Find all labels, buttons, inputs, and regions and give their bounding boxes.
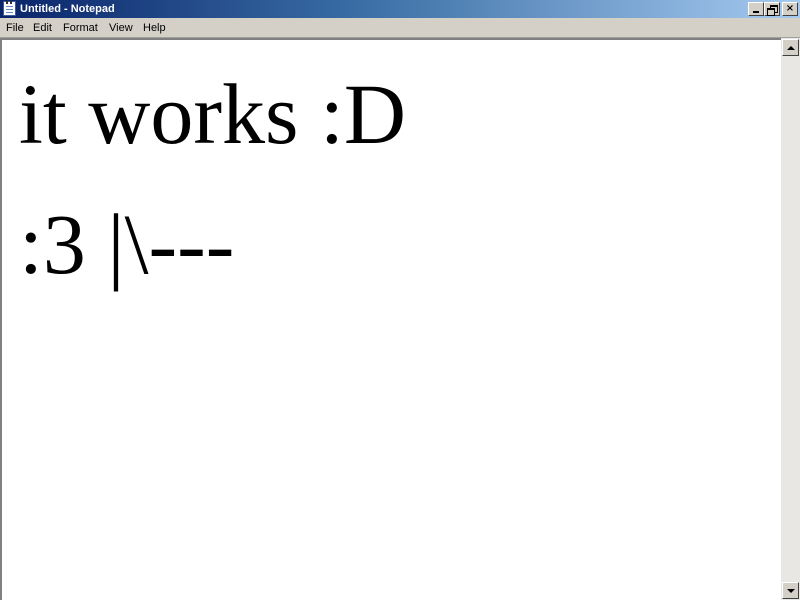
- binder-ring: [6, 1, 8, 4]
- vertical-scrollbar[interactable]: [781, 38, 800, 600]
- window-title: Untitled - Notepad: [20, 3, 115, 15]
- page-line: [6, 9, 13, 10]
- notepad-window: Untitled - Notepad × File Edit Format Vi…: [0, 0, 800, 600]
- menu-bar: File Edit Format View Help: [0, 18, 800, 38]
- close-icon: ×: [785, 3, 795, 14]
- text-editor[interactable]: it works :D :3 |\---: [0, 38, 781, 600]
- page-line: [6, 6, 13, 7]
- scroll-down-button[interactable]: [782, 582, 799, 599]
- menu-file[interactable]: File: [6, 21, 24, 35]
- menu-view[interactable]: View: [109, 21, 133, 35]
- minimize-icon: [753, 11, 759, 13]
- arrow-down-icon: [787, 589, 795, 593]
- minimize-button[interactable]: [748, 2, 764, 16]
- title-bar[interactable]: Untitled - Notepad ×: [0, 0, 800, 18]
- menu-format[interactable]: Format: [63, 21, 98, 35]
- restore-button[interactable]: [764, 2, 780, 16]
- close-button[interactable]: ×: [782, 2, 798, 16]
- menu-edit[interactable]: Edit: [33, 21, 52, 35]
- menu-help[interactable]: Help: [143, 21, 166, 35]
- page-line: [6, 12, 13, 13]
- notepad-icon[interactable]: [3, 1, 16, 16]
- arrow-up-icon: [787, 46, 795, 50]
- editor-line: it works :D: [19, 66, 406, 162]
- binder-ring: [10, 1, 12, 4]
- editor-line: :3 |\---: [19, 196, 235, 292]
- restore-icon-front: [767, 8, 775, 16]
- scroll-up-button[interactable]: [782, 39, 799, 56]
